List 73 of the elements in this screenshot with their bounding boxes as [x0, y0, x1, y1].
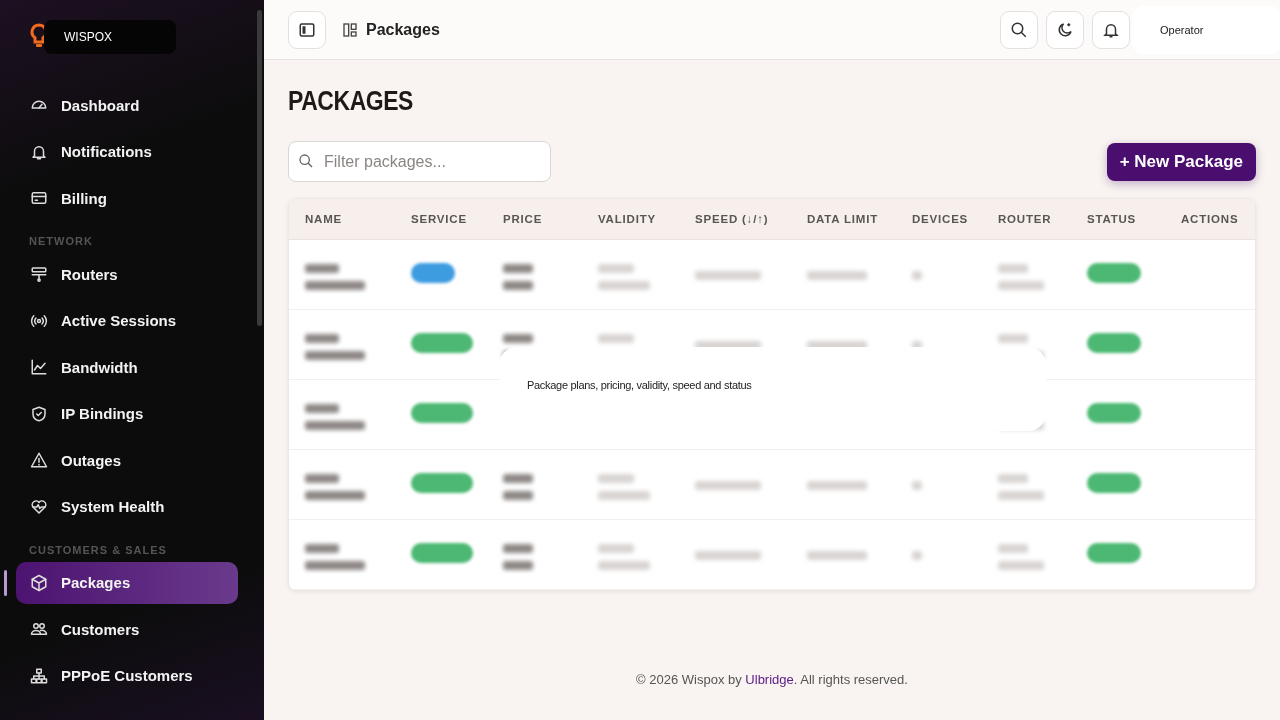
blurred-text — [695, 270, 761, 280]
sidebar-icon — [298, 20, 316, 39]
blurred-text — [912, 480, 922, 490]
blurred-text — [912, 550, 922, 560]
nav-item[interactable]: PPPoE Customers — [16, 654, 238, 697]
blurred-text — [305, 264, 365, 290]
blurred-text — [807, 550, 867, 560]
search-icon — [1010, 20, 1028, 39]
column-header[interactable]: ACTIONS — [1181, 213, 1255, 225]
blurred-text — [598, 544, 650, 570]
blurred-text — [912, 270, 922, 280]
card-icon — [30, 189, 48, 207]
nav-item[interactable]: Billing — [16, 177, 238, 219]
chart-icon — [30, 358, 48, 376]
column-header[interactable]: SERVICE — [411, 213, 503, 225]
layout-icon — [342, 21, 358, 38]
new-package-button[interactable]: + New Package — [1106, 142, 1256, 181]
tree-icon — [30, 666, 48, 685]
nav-item[interactable]: Bandwidth — [16, 346, 238, 388]
nav-item[interactable]: IP Bindings — [16, 392, 238, 435]
blurred-text — [807, 480, 867, 490]
blurred-text — [503, 264, 533, 290]
blurred-text — [807, 270, 867, 280]
column-header[interactable]: NAME — [305, 213, 411, 225]
router-icon — [30, 265, 48, 283]
section-title: NETWORK — [29, 235, 94, 247]
page-title: PACKAGES — [288, 86, 414, 117]
blurred-text — [503, 474, 533, 500]
users-icon — [30, 620, 48, 638]
nav-item[interactable]: Routers — [16, 253, 238, 295]
theme-button[interactable] — [1046, 10, 1084, 49]
blurred-text — [695, 480, 761, 490]
user-menu[interactable]: Operator — [1132, 5, 1280, 54]
tooltip: Package plans, pricing, validity, speed and status — [499, 347, 1046, 431]
blurred-text — [305, 404, 365, 430]
scrollbar[interactable] — [257, 10, 262, 326]
footer-text: © 2026 Wispox by Ulbridge. All rights reserved. — [635, 672, 909, 687]
box-icon — [30, 573, 48, 592]
blurred-text — [695, 550, 761, 560]
column-header[interactable]: ROUTER — [998, 213, 1087, 225]
blurred-text — [503, 544, 533, 570]
column-header[interactable]: DATA LIMIT — [807, 213, 912, 225]
filter-field[interactable]: Filter packages... — [288, 141, 551, 182]
section-title: CUSTOMERS & SALES — [29, 543, 168, 556]
column-header[interactable]: SPEED (↓/↑) — [695, 213, 807, 225]
sidebar-toggle-button[interactable] — [288, 10, 326, 49]
blurred-text — [998, 474, 1044, 500]
blurred-text — [305, 474, 365, 500]
column-header[interactable]: STATUS — [1087, 213, 1181, 225]
column-header[interactable]: VALIDITY — [598, 213, 695, 225]
brand-name: WISPOX — [44, 20, 176, 54]
blurred-text — [598, 264, 650, 290]
moon-icon — [1056, 20, 1074, 39]
header-title: Packages — [366, 20, 440, 39]
nav-item[interactable]: System Health — [16, 485, 238, 528]
notifications-button[interactable] — [1092, 10, 1130, 49]
blurred-text — [998, 264, 1044, 290]
nav-item[interactable]: Dashboard — [16, 84, 238, 126]
company-link[interactable]: Ulbridge — [745, 672, 794, 687]
blurred-text — [305, 544, 365, 570]
heart-icon — [30, 497, 48, 516]
nav-item[interactable]: Notifications — [16, 130, 238, 173]
search-button[interactable] — [1000, 10, 1038, 49]
warning-icon — [30, 451, 48, 469]
column-header[interactable]: PRICE — [503, 213, 598, 225]
blurred-text — [598, 474, 650, 500]
column-header[interactable]: DEVICES — [912, 213, 998, 225]
nav-item[interactable]: Active Sessions — [16, 299, 238, 342]
nav-item[interactable]: Customers — [16, 608, 238, 650]
shield-icon — [30, 404, 48, 423]
blurred-text — [998, 544, 1044, 570]
nav-item[interactable]: Outages — [16, 439, 238, 481]
blurred-text — [305, 334, 365, 360]
